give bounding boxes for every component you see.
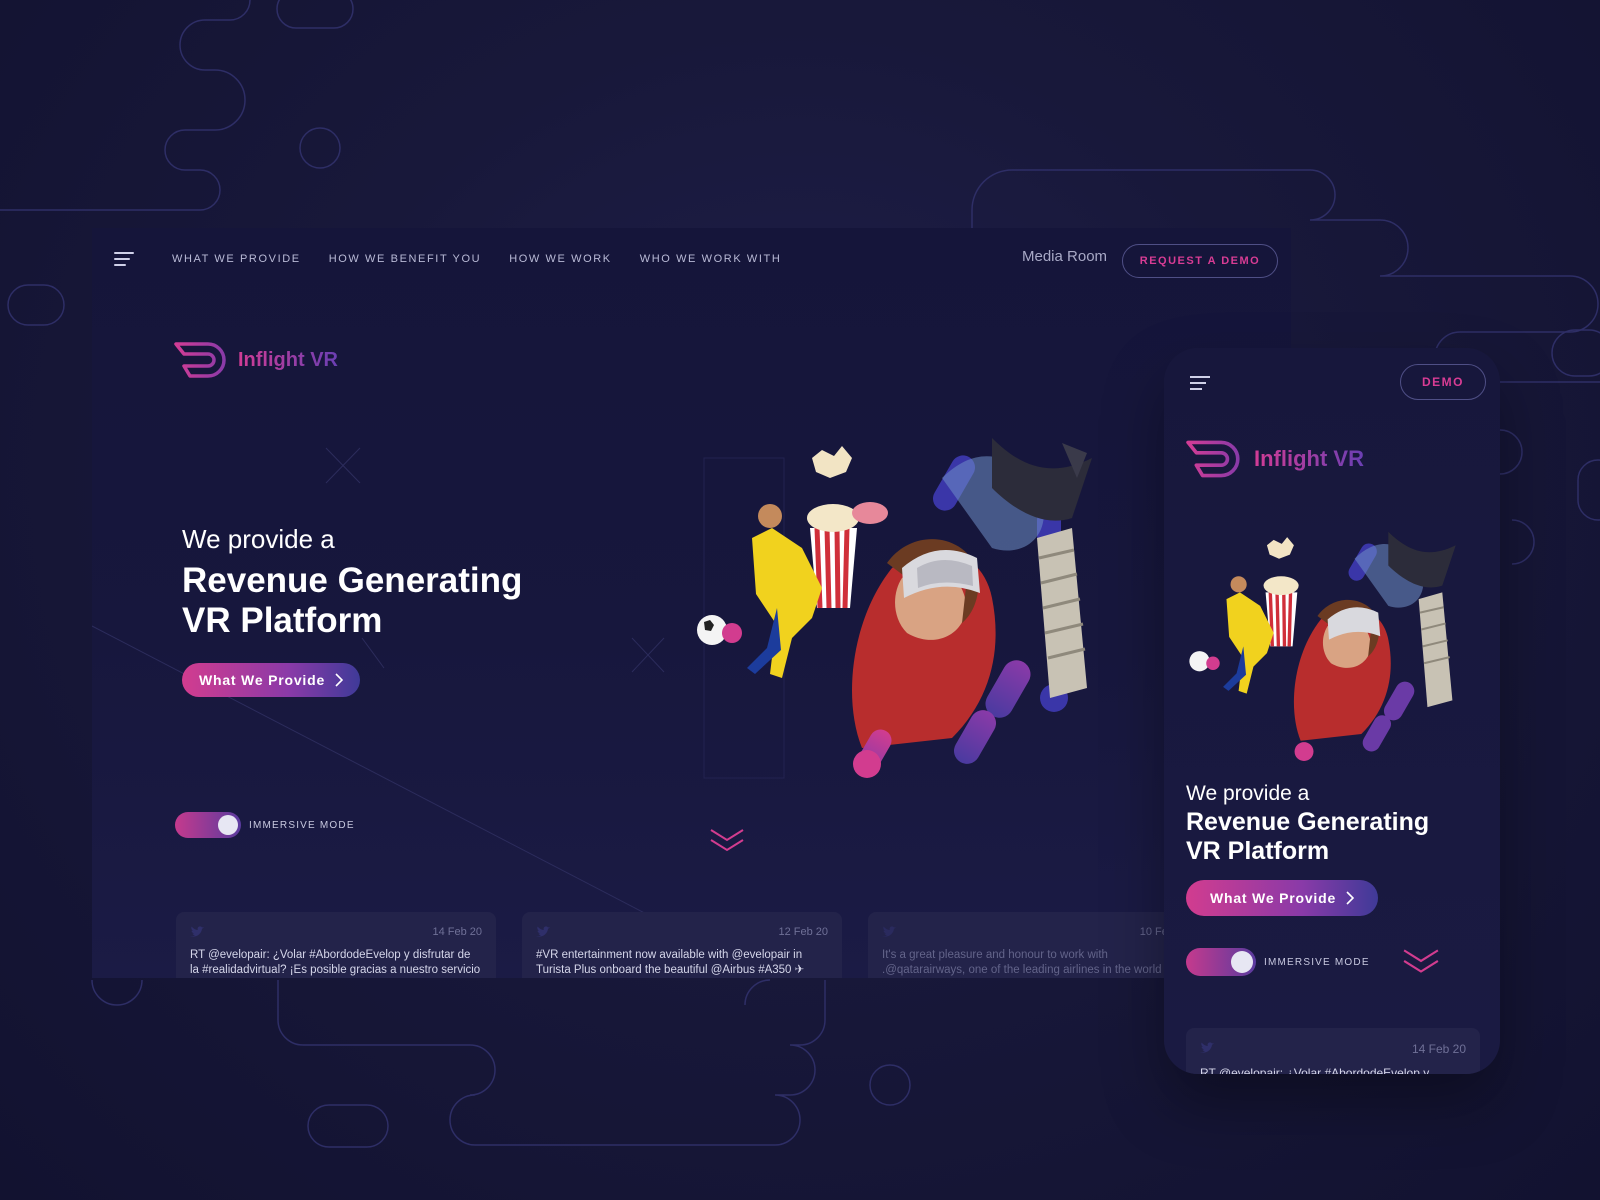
hero-section: We provide a Revenue Generating VR Platf… xyxy=(1186,782,1429,916)
tweet-card[interactable]: 14 Feb 20 RT @evelopair: ¿Volar #Abordod… xyxy=(1186,1028,1480,1074)
tweet-text-line: la #realidadvirtual? ¡Es posible gracias… xyxy=(190,964,481,976)
scroll-down-chevron-icon[interactable] xyxy=(1402,948,1440,976)
hamburger-menu-icon[interactable] xyxy=(1190,376,1212,392)
hero-headline-line-1: Revenue Generating xyxy=(182,561,523,600)
twitter-icon xyxy=(1200,1042,1214,1053)
demo-button[interactable]: DEMO xyxy=(1400,364,1486,400)
tweet-feed: 14 Feb 20 RT @evelopair: ¿Volar #Abordod… xyxy=(176,912,1188,978)
hamburger-menu-icon[interactable] xyxy=(114,252,136,268)
mobile-page: DEMO Inflight VR We provide a Revenue Ge… xyxy=(1164,348,1500,1074)
main-nav: WHAT WE PROVIDE HOW WE BENEFIT YOU HOW W… xyxy=(172,253,781,265)
media-room-link[interactable]: Media Room xyxy=(1022,248,1107,265)
twitter-icon xyxy=(190,926,204,937)
tweet-card[interactable]: 14 Feb 20 RT @evelopair: ¿Volar #Abordod… xyxy=(176,912,496,978)
hero-headline: Revenue Generating VR Platform xyxy=(1186,808,1429,866)
nav-link-how-we-benefit-you[interactable]: HOW WE BENEFIT YOU xyxy=(329,253,481,265)
hero-subtitle: We provide a xyxy=(182,524,335,554)
immersive-mode-row: IMMERSIVE MODE xyxy=(175,812,355,838)
inflight-vr-logo-icon xyxy=(1186,440,1240,478)
tweet-text-line: .@qatarairways, one of the leading airli… xyxy=(882,964,1162,976)
inflight-vr-logo-icon xyxy=(174,342,226,378)
hero-section: We provide a Revenue Generating VR Platf… xyxy=(182,524,522,697)
immersive-mode-toggle[interactable] xyxy=(1186,948,1256,976)
tweet-text-line: RT @evelopair: ¿Volar #AbordodeEvelop y … xyxy=(190,949,471,961)
desktop-page: WHAT WE PROVIDE HOW WE BENEFIT YOU HOW W… xyxy=(92,228,1291,978)
cta-label: What We Provide xyxy=(198,672,326,688)
twitter-icon xyxy=(882,926,896,937)
brand-logo[interactable]: Inflight VR xyxy=(174,340,338,380)
immersive-mode-toggle[interactable] xyxy=(175,812,241,838)
tweet-text: It's a great pleasure and honour to work… xyxy=(882,948,1174,978)
immersive-mode-label: IMMERSIVE MODE xyxy=(249,819,355,831)
tweet-card[interactable]: 12 Feb 20 #VR entertainment now availabl… xyxy=(522,912,842,978)
chevron-right-icon xyxy=(335,673,344,687)
nav-link-what-we-provide[interactable]: WHAT WE PROVIDE xyxy=(172,253,301,265)
vr-collage-illustration xyxy=(1189,531,1456,762)
logo-text: Inflight VR xyxy=(1254,446,1364,471)
hero-headline: Revenue Generating VR Platform xyxy=(182,561,522,641)
brand-logo[interactable]: Inflight VR xyxy=(1186,438,1364,480)
what-we-provide-button[interactable]: What We Provide xyxy=(1186,880,1378,916)
immersive-mode-row: IMMERSIVE MODE xyxy=(1186,948,1370,976)
immersive-mode-label: IMMERSIVE MODE xyxy=(1264,956,1370,968)
tweet-text-line: It's a great pleasure and honour to work… xyxy=(882,949,1108,961)
tweet-text: RT @evelopair: ¿Volar #AbordodeEvelop y … xyxy=(190,948,482,978)
top-navigation: WHAT WE PROVIDE HOW WE BENEFIT YOU HOW W… xyxy=(92,228,1291,290)
cta-label: What We Provide xyxy=(1209,890,1337,906)
scroll-down-chevron-icon[interactable] xyxy=(709,828,745,854)
toggle-knob xyxy=(218,815,238,835)
tweet-text: RT @evelopair: ¿Volar #AbordodeEvelop y xyxy=(1200,1066,1430,1074)
what-we-provide-button[interactable]: What We Provide xyxy=(182,663,360,697)
tweet-text-line: #VR entertainment now available with @ev… xyxy=(536,949,803,961)
chevron-right-icon xyxy=(1346,891,1355,905)
tweet-text-line: Turista Plus onboard the beautiful @Airb… xyxy=(536,964,805,976)
tweet-card[interactable]: 10 Feb It's a great pleasure and honour … xyxy=(868,912,1188,978)
hero-subtitle: We provide a xyxy=(1186,782,1310,805)
tweet-date: 14 Feb 20 xyxy=(432,926,482,938)
nav-link-who-we-work-with[interactable]: WHO WE WORK WITH xyxy=(640,253,782,265)
tweet-text: #VR entertainment now available with @ev… xyxy=(536,948,828,978)
hero-headline-line-2: VR Platform xyxy=(182,601,383,640)
tweet-date: 12 Feb 20 xyxy=(778,926,828,938)
toggle-knob xyxy=(1231,951,1253,973)
vr-collage-illustration xyxy=(697,438,1092,778)
tweet-date: 14 Feb 20 xyxy=(1411,1042,1466,1056)
hero-headline-line-2: VR Platform xyxy=(1186,837,1330,865)
logo-text: Inflight VR xyxy=(238,348,338,371)
request-demo-button[interactable]: REQUEST A DEMO xyxy=(1122,244,1278,278)
hero-headline-line-1: Revenue Generating xyxy=(1186,808,1430,836)
nav-link-how-we-work[interactable]: HOW WE WORK xyxy=(509,253,612,265)
twitter-icon xyxy=(536,926,550,937)
